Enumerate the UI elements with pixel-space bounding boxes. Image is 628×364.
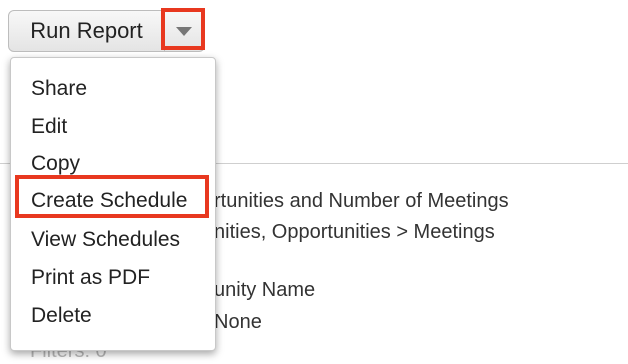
menu-item-delete[interactable]: Delete [31, 304, 92, 328]
report-chart-text: None [214, 311, 262, 333]
menu-item-print-as-pdf[interactable]: Print as PDF [31, 266, 150, 290]
menu-item-edit[interactable]: Edit [31, 115, 67, 139]
menu-item-view-schedules[interactable]: View Schedules [31, 228, 180, 252]
report-modules-text: nities, Opportunities > Meetings [214, 221, 495, 243]
report-group-text: unity Name [214, 279, 316, 301]
report-name-text: rtunities and Number of Meetings [214, 190, 509, 212]
run-report-button[interactable]: Run Report [8, 10, 165, 52]
menu-item-share[interactable]: Share [31, 77, 87, 101]
caret-highlight-box [161, 8, 205, 50]
create-schedule-highlight-box [15, 175, 209, 218]
menu-item-copy[interactable]: Copy [31, 152, 80, 176]
